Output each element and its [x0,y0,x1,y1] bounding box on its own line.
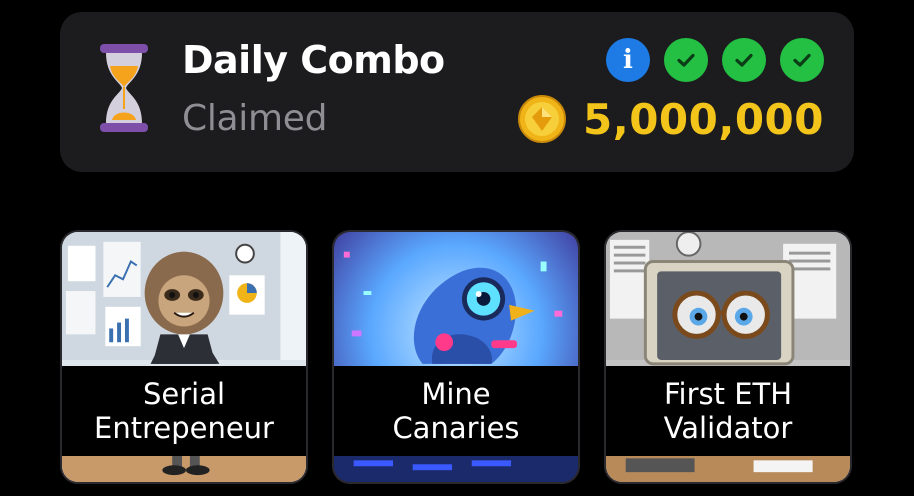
info-glyph: i [623,45,633,75]
card-title-line1: Serial [142,377,226,411]
hourglass-icon [100,44,148,132]
card-title-line2: Validator [663,411,793,445]
check-icon [722,38,766,82]
daily-combo-panel: Daily Combo Claimed i 5,000,000 [60,12,854,172]
claimed-status: Claimed [182,98,328,139]
card-serial-entrepeneur[interactable]: Serial Entrepeneur [60,230,308,484]
info-icon[interactable]: i [606,38,650,82]
check-icon [664,38,708,82]
card-title: Mine Canaries [334,366,578,456]
card-first-eth-validator[interactable]: First ETH Validator [604,230,852,484]
card-title-line1: Mine [421,377,491,411]
card-title: Serial Entrepeneur [62,366,306,456]
combo-cards: Serial Entrepeneur Mine Canaries First E… [60,230,854,486]
coin-icon [518,95,567,143]
card-title-line2: Entrepeneur [94,411,274,445]
reward-row: 5,000,000 [517,94,824,144]
card-title-line1: First ETH [663,377,793,411]
card-title-line2: Canaries [392,411,520,445]
check-icon [780,38,824,82]
combo-progress-badges: i [606,38,824,82]
card-mine-canaries[interactable]: Mine Canaries [332,230,580,484]
card-title: First ETH Validator [606,366,850,456]
daily-combo-title: Daily Combo [182,38,445,82]
reward-amount: 5,000,000 [583,94,824,144]
